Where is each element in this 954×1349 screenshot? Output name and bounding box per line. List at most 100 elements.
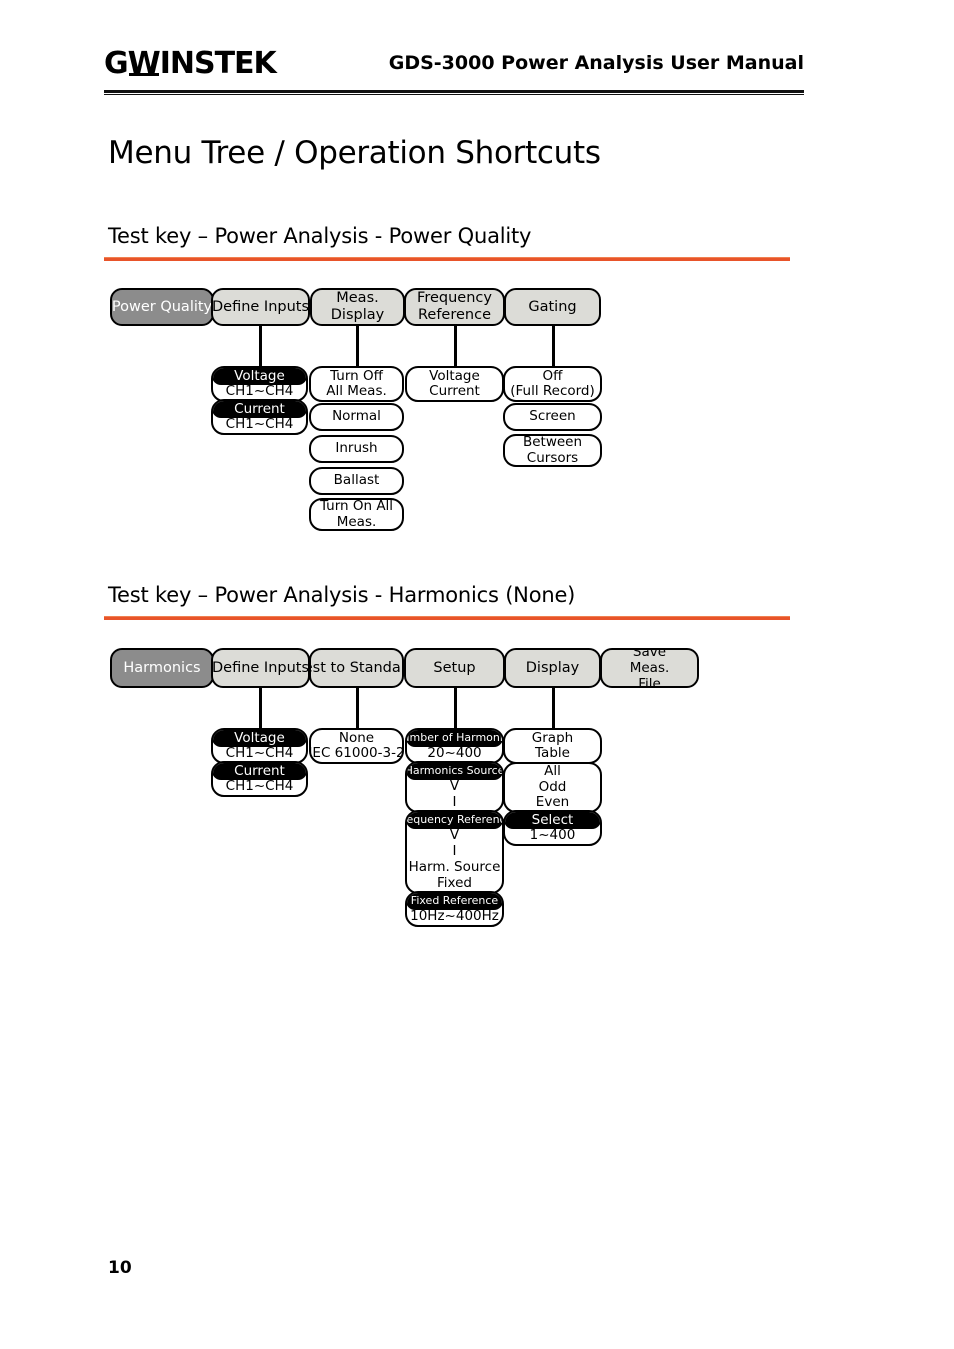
menu-key-define-inputs[interactable]: Define Inputs — [211, 648, 310, 688]
node-body: CH1~CH4 — [226, 383, 294, 399]
node-pill-label: Frequency Reference — [407, 812, 502, 829]
node-frequency-reference[interactable]: Frequency Reference V I Harm. Source Fix… — [405, 810, 504, 894]
node-pill-label: Voltage — [213, 368, 306, 385]
menu-key-define-inputs[interactable]: Define Inputs — [211, 288, 310, 326]
menu-key-meas-display[interactable]: Meas. Display — [310, 288, 405, 326]
node-body-line: 20~400 — [427, 745, 482, 761]
node-body-line: Current — [429, 383, 480, 399]
menu-key-label: Display — [525, 659, 580, 676]
menu-key-label-line2: Reference — [417, 307, 492, 323]
node-body-line: CH1~CH4 — [225, 383, 294, 399]
menu-key-label-line1: Meas. — [336, 290, 379, 306]
node-body-line: 10Hz~400Hz — [410, 908, 499, 924]
menu-key-label-line1: Save — [632, 648, 667, 660]
node-select[interactable]: Select 1~400 — [503, 810, 602, 846]
node-body-line: V — [449, 778, 460, 794]
node-body-line: CH1~CH4 — [225, 416, 294, 432]
node-turn-on-all-meas[interactable]: Turn On All Meas. — [309, 498, 404, 531]
node-body-line: Off — [542, 367, 563, 384]
page-header: GWINSTEK GDS-3000 Power Analysis User Ma… — [104, 44, 804, 96]
node-body-line: Cursors — [526, 449, 579, 466]
node-screen[interactable]: Screen — [503, 403, 602, 431]
logo-text-prefix: G — [104, 46, 129, 81]
node-body-line: All Meas. — [326, 383, 387, 399]
node-body-line: Between — [522, 434, 583, 450]
node-between-cursors[interactable]: Between Cursors — [503, 434, 602, 467]
connector-line — [356, 326, 359, 366]
menu-key-label: Define Inputs — [211, 298, 310, 315]
node-body-line: I — [452, 843, 457, 859]
page-number: 10 — [108, 1258, 132, 1278]
node-pill-label: Select — [505, 812, 600, 829]
menu-key-power-quality[interactable]: Power Quality — [110, 288, 214, 326]
node-body-line: Normal — [332, 408, 381, 425]
menu-key-display[interactable]: Display — [504, 648, 601, 688]
node-pill-label: Voltage — [213, 730, 306, 747]
node-body-line: Screen — [529, 408, 576, 425]
header-manual-title: GDS-3000 Power Analysis User Manual — [388, 52, 804, 74]
node-none-iec-61000-3-2[interactable]: None IEC 61000-3-2 — [309, 728, 404, 764]
node-body-line: All — [544, 763, 561, 780]
menu-key-label: Setup — [433, 659, 476, 676]
node-body-line: I — [452, 794, 457, 810]
menu-key-label-line1: Frequency — [417, 290, 492, 306]
connector-line — [259, 326, 262, 366]
node-voltage[interactable]: Voltage CH1~CH4 — [211, 366, 308, 402]
node-normal[interactable]: Normal — [309, 403, 404, 431]
node-voltage[interactable]: Voltage CH1~CH4 — [211, 728, 308, 764]
node-body: CH1~CH4 — [226, 778, 294, 794]
menu-key-frequency-reference[interactable]: Frequency Reference — [404, 288, 505, 326]
node-pill-label: Number of Harmonics — [407, 730, 502, 747]
page-title: Menu Tree / Operation Shortcuts — [108, 135, 601, 171]
node-voltage-current[interactable]: Voltage Current — [405, 366, 504, 402]
menu-key-label: Gating — [528, 298, 577, 315]
node-body: 1~400 — [530, 827, 576, 843]
node-body-line: Meas. — [336, 513, 377, 530]
menu-key-test-to-standard[interactable]: Test to Standard — [309, 648, 404, 688]
menu-key-label: Power Quality — [111, 298, 213, 315]
menu-key-label: Define Inputs — [211, 659, 310, 676]
menu-key-gating[interactable]: Gating — [504, 288, 601, 326]
node-graph-table[interactable]: Graph Table — [503, 728, 602, 764]
menu-key-label: Harmonics — [123, 659, 201, 676]
node-all-odd-even[interactable]: All Odd Even — [503, 762, 602, 813]
menu-key-setup[interactable]: Setup — [404, 648, 505, 688]
connector-line — [552, 688, 555, 728]
node-inrush[interactable]: Inrush — [309, 435, 404, 463]
logo-text-w: W — [127, 46, 161, 81]
header-divider-rule — [104, 90, 804, 95]
connector-line — [356, 688, 359, 728]
node-body-line: V — [449, 827, 460, 843]
node-pill-label: Fixed Reference — [407, 893, 502, 910]
node-number-of-harmonics[interactable]: Number of Harmonics 20~400 — [405, 728, 504, 764]
node-body: V I Harm. Source Fixed — [409, 827, 501, 891]
node-current[interactable]: Current CH1~CH4 — [211, 399, 308, 435]
node-ballast[interactable]: Ballast — [309, 467, 404, 495]
node-body-line: Table — [535, 745, 570, 761]
menu-key-label-line2: Display — [330, 307, 385, 323]
menu-key-label-line3: File — [638, 676, 661, 688]
section-rule-1 — [104, 257, 790, 261]
node-body: CH1~CH4 — [226, 745, 294, 761]
menu-key-harmonics[interactable]: Harmonics — [110, 648, 214, 688]
node-harmonics-source[interactable]: Harmonics Source V I — [405, 761, 504, 813]
menu-key-label-line2: Meas. — [629, 660, 670, 676]
connector-line — [552, 326, 555, 366]
node-current[interactable]: Current CH1~CH4 — [211, 761, 308, 797]
node-body-line: Odd — [538, 778, 567, 795]
section-heading-power-quality: Test key – Power Analysis - Power Qualit… — [108, 224, 532, 248]
menu-key-save-meas-file[interactable]: Save Meas. File — [600, 648, 699, 688]
node-body-line: Voltage — [429, 367, 480, 384]
node-body-line: Graph — [531, 729, 574, 746]
node-turn-off-all-meas[interactable]: Turn Off All Meas. — [309, 366, 404, 402]
node-body-line: Turn Off — [330, 367, 383, 384]
node-body-line: CH1~CH4 — [225, 778, 294, 794]
node-body: CH1~CH4 — [226, 416, 294, 432]
node-off-full-record[interactable]: Off (Full Record) — [503, 366, 602, 402]
node-pill-label: Current — [213, 763, 306, 780]
node-body-line: Even — [535, 794, 570, 811]
node-body-line: None — [338, 729, 375, 746]
node-body-line: 1~400 — [529, 827, 576, 843]
node-fixed-reference[interactable]: Fixed Reference 10Hz~400Hz — [405, 891, 504, 927]
node-body: 20~400 — [427, 745, 481, 761]
